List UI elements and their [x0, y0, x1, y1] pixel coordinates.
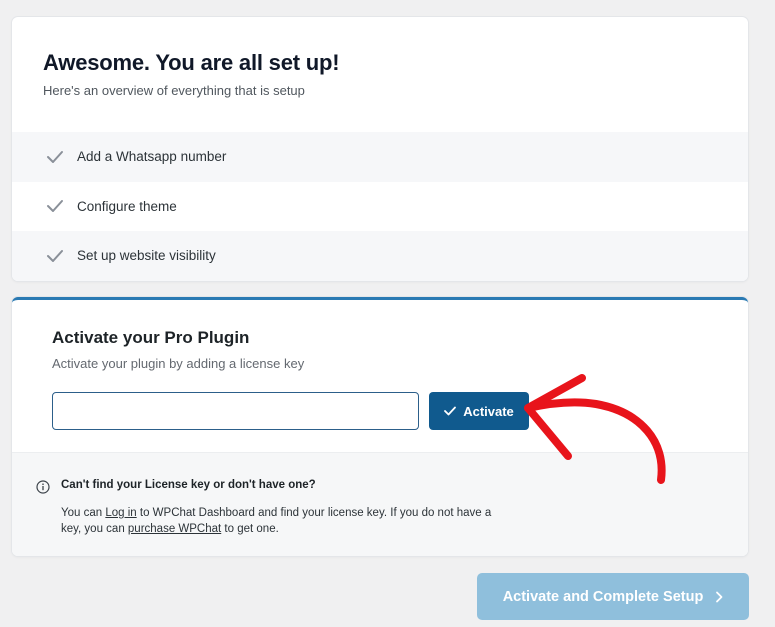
- checklist-item: Set up website visibility: [12, 231, 748, 281]
- checklist-item: Configure theme: [12, 182, 748, 232]
- checklist-item-label: Add a Whatsapp number: [77, 149, 227, 165]
- license-title: Activate your Pro Plugin: [52, 328, 250, 347]
- activate-button-label: Activate: [463, 403, 514, 419]
- checklist-item-label: Configure theme: [77, 198, 177, 214]
- checkmark-icon: [46, 197, 64, 215]
- info-icon: [36, 480, 50, 499]
- login-link[interactable]: Log in: [105, 507, 136, 519]
- help-heading: Can't find your License key or don't hav…: [61, 479, 316, 491]
- summary-title: Awesome. You are all set up!: [43, 50, 340, 75]
- license-key-input[interactable]: [52, 392, 419, 430]
- help-text-part: You can: [61, 507, 106, 519]
- checkmark-icon: [46, 148, 64, 166]
- activate-complete-setup-button[interactable]: Activate and Complete Setup: [477, 573, 749, 620]
- chevron-right-icon: [715, 591, 723, 603]
- license-help-section: Can't find your License key or don't hav…: [12, 452, 748, 556]
- setup-summary-card: Awesome. You are all set up! Here's an o…: [12, 17, 748, 281]
- help-text: You can Log in to WPChat Dashboard and f…: [61, 505, 501, 537]
- summary-subtitle: Here's an overview of everything that is…: [43, 83, 305, 98]
- checkmark-icon: [46, 247, 64, 265]
- help-text-part: to get one.: [221, 523, 279, 535]
- checklist-item: Add a Whatsapp number: [12, 132, 748, 182]
- setup-checklist: Add a Whatsapp number Configure theme Se…: [12, 132, 748, 281]
- checklist-item-label: Set up website visibility: [77, 248, 216, 264]
- license-activation-card: Activate your Pro Plugin Activate your p…: [12, 297, 748, 556]
- activate-button[interactable]: Activate: [429, 392, 529, 430]
- checkmark-icon: [444, 406, 457, 416]
- license-subtitle: Activate your plugin by adding a license…: [52, 356, 305, 371]
- purchase-link[interactable]: purchase WPChat: [128, 523, 221, 535]
- complete-button-label: Activate and Complete Setup: [502, 588, 704, 605]
